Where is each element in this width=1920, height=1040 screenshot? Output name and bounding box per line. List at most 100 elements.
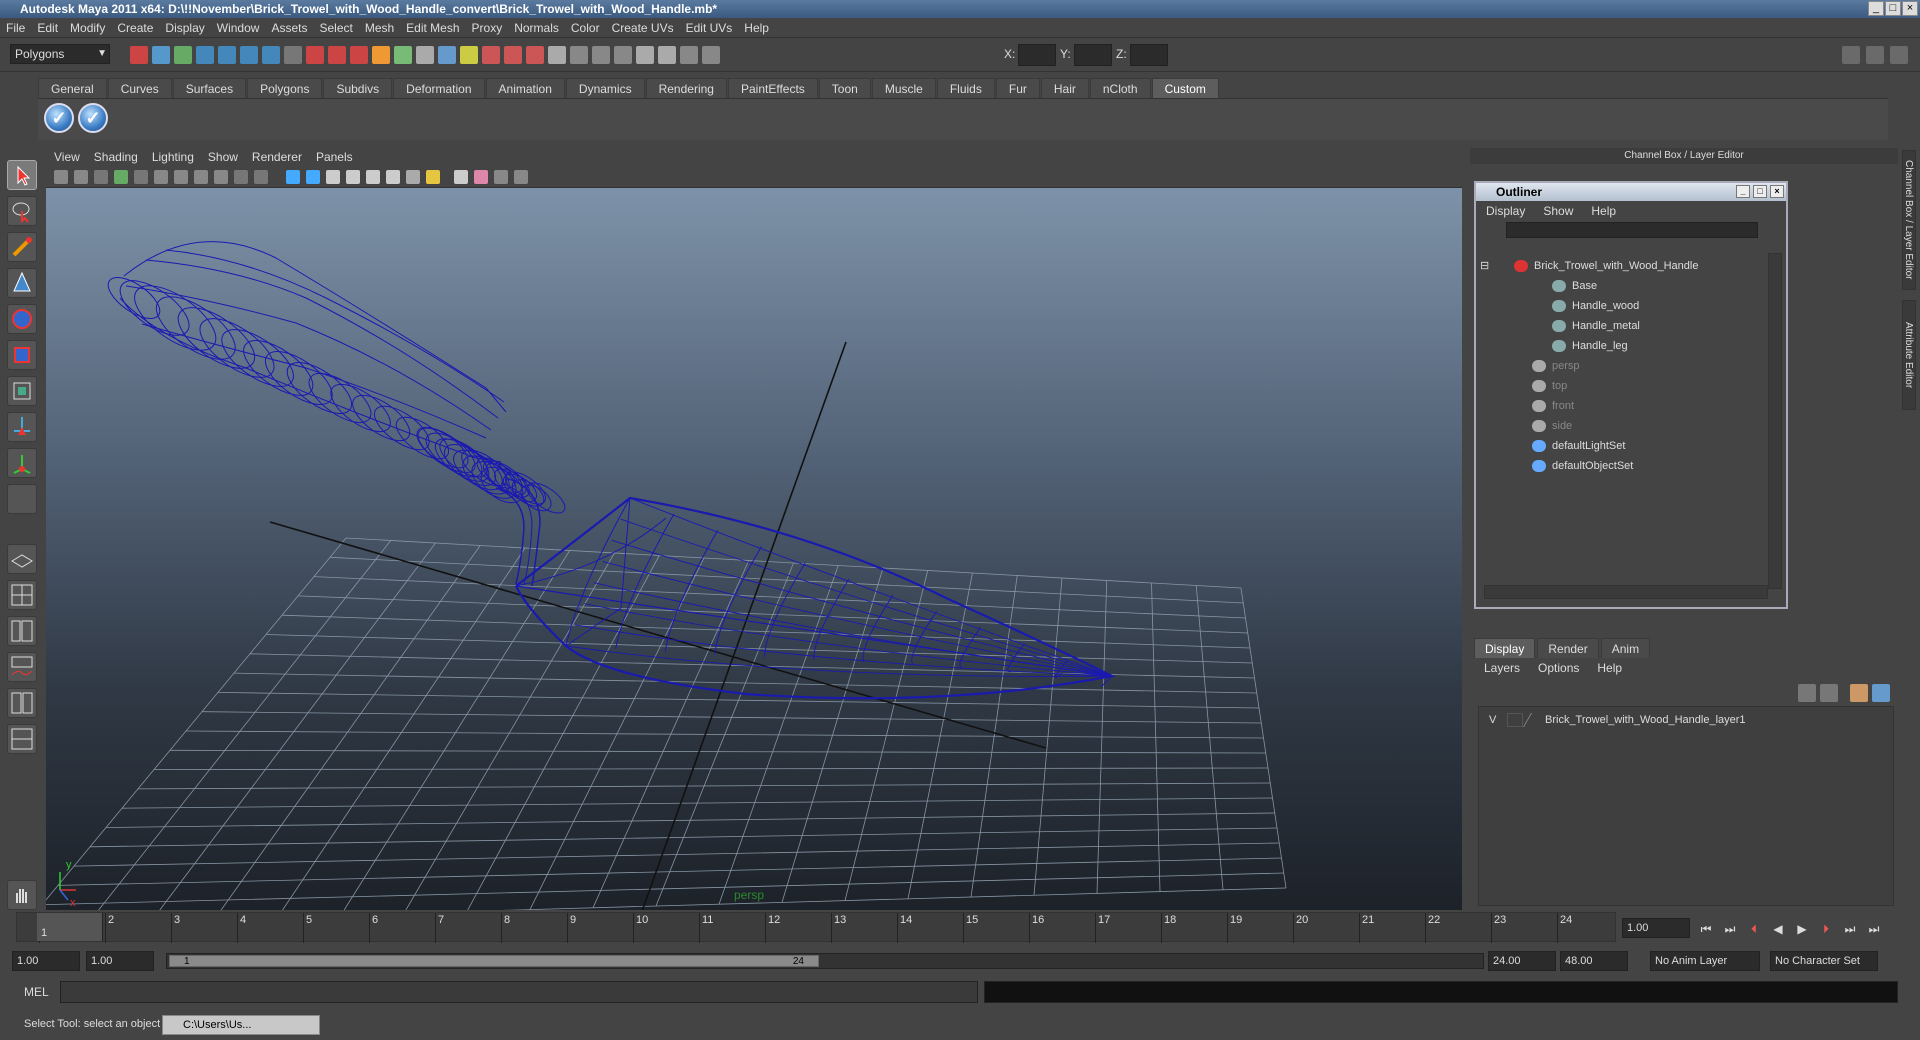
outliner-filter-input[interactable] xyxy=(1506,222,1758,238)
construction-history-icon[interactable] xyxy=(416,46,434,64)
camera-icon[interactable] xyxy=(482,46,500,64)
expand-toggle-icon[interactable]: ⊟ xyxy=(1480,257,1489,275)
channel-box-side-tab[interactable]: Channel Box / Layer Editor xyxy=(1902,150,1916,290)
shelf-tab-polygons[interactable]: Polygons xyxy=(247,78,323,98)
select-component-icon[interactable] xyxy=(174,46,192,64)
smooth-shade-icon[interactable] xyxy=(306,170,320,184)
perspective-viewport[interactable]: y x persp xyxy=(46,188,1462,910)
script-icon[interactable] xyxy=(658,46,676,64)
shelf-tab-painteffects[interactable]: PaintEffects xyxy=(727,78,818,98)
universal-manipulator-icon[interactable] xyxy=(7,376,37,406)
shelf-tab-surfaces[interactable]: Surfaces xyxy=(172,78,247,98)
field-chart-icon[interactable] xyxy=(214,170,228,184)
snap-plane-icon[interactable] xyxy=(262,46,280,64)
layer-tab-display[interactable]: Display xyxy=(1474,638,1536,658)
viewport-menu-show[interactable]: Show xyxy=(208,150,238,164)
shelf-tab-toon[interactable]: Toon xyxy=(818,78,871,98)
outliner-maximize-button[interactable]: □ xyxy=(1753,185,1767,198)
menu-mesh[interactable]: Mesh xyxy=(365,21,394,35)
viewport-menu-view[interactable]: View xyxy=(54,150,80,164)
layer-visibility-toggle[interactable]: V xyxy=(1489,711,1496,729)
outliner-item-handle-metal[interactable]: Handle_metal xyxy=(1552,317,1640,335)
shelf-tab-fur[interactable]: Fur xyxy=(995,78,1040,98)
outliner-menu-show[interactable]: Show xyxy=(1543,204,1573,218)
shelf-tab-rendering[interactable]: Rendering xyxy=(645,78,727,98)
outliner-item-brick-trowel-with-wood-handle[interactable]: ⊟ Brick_Trowel_with_Wood_Handle xyxy=(1480,257,1698,275)
taskbar-button[interactable]: C:\Users\Us... xyxy=(162,1015,320,1035)
menu-create[interactable]: Create xyxy=(117,21,153,35)
outliner-item-side[interactable]: side xyxy=(1532,417,1572,435)
layer-menu-options[interactable]: Options xyxy=(1538,661,1579,675)
menu-proxy[interactable]: Proxy xyxy=(472,21,503,35)
layer-menu-layers[interactable]: Layers xyxy=(1484,661,1520,675)
new-layer-selected-icon[interactable] xyxy=(1820,684,1838,702)
grid-toggle-icon[interactable] xyxy=(134,170,148,184)
render-settings-icon[interactable] xyxy=(350,46,368,64)
outliner-item-base[interactable]: Base xyxy=(1552,277,1597,295)
snap-point-icon[interactable] xyxy=(240,46,258,64)
persp-graph-hypergraph-layout-icon[interactable] xyxy=(7,724,37,754)
outliner-menu-help[interactable]: Help xyxy=(1591,204,1616,218)
shelf-tab-muscle[interactable]: Muscle xyxy=(871,78,936,98)
paint-select-tool-icon[interactable] xyxy=(7,232,37,262)
hand-tool-icon[interactable] xyxy=(7,880,37,910)
rotate-tool-icon[interactable] xyxy=(7,304,37,334)
outliner-item-defaultobjectset[interactable]: defaultObjectSet xyxy=(1532,457,1633,475)
outliner-menu-display[interactable]: Display xyxy=(1486,204,1525,218)
outliner-vertical-scrollbar[interactable] xyxy=(1768,253,1782,589)
move-tool-icon[interactable] xyxy=(7,268,37,298)
maximize-button[interactable]: □ xyxy=(1885,1,1901,16)
snap-curve-icon[interactable] xyxy=(218,46,236,64)
checkmark-icon[interactable]: ✓ xyxy=(44,103,74,133)
x-field[interactable] xyxy=(1018,44,1056,66)
menu-normals[interactable]: Normals xyxy=(514,21,559,35)
layer-tab-render[interactable]: Render xyxy=(1537,638,1599,658)
outliner-horizontal-scrollbar[interactable] xyxy=(1484,585,1768,599)
film-gate-icon[interactable] xyxy=(154,170,168,184)
menu-edit[interactable]: Edit xyxy=(37,21,58,35)
texture-sample-icon[interactable] xyxy=(474,170,488,184)
command-language-label[interactable]: MEL xyxy=(24,985,49,999)
move-down-layer-icon[interactable] xyxy=(1872,684,1890,702)
safe-title-icon[interactable] xyxy=(254,170,268,184)
isolate-select-icon[interactable] xyxy=(454,170,468,184)
y-field[interactable] xyxy=(1074,44,1112,66)
shelf-tab-general[interactable]: General xyxy=(38,78,107,98)
xray-icon[interactable] xyxy=(426,170,440,184)
hypershade-layout-icon[interactable] xyxy=(7,688,37,718)
last-tool-icon[interactable] xyxy=(7,484,37,514)
camera-attributes-icon[interactable] xyxy=(74,170,88,184)
playback-start-field[interactable]: 1.00 xyxy=(86,951,154,971)
frame-all-icon[interactable] xyxy=(494,170,508,184)
viewport-menu-lighting[interactable]: Lighting xyxy=(152,150,194,164)
lock-icon[interactable] xyxy=(460,46,478,64)
snap-grid-icon[interactable] xyxy=(196,46,214,64)
checkmark-icon[interactable]: ✓ xyxy=(78,103,108,133)
menu-set-select[interactable]: Polygons ▼ xyxy=(10,44,110,64)
range-slider[interactable]: 1 24 xyxy=(166,953,1484,969)
single-perspective-layout-icon[interactable] xyxy=(7,544,37,574)
output-ops-icon[interactable] xyxy=(394,46,412,64)
z-field[interactable] xyxy=(1130,44,1168,66)
channel-box-toggle-icon[interactable] xyxy=(1842,46,1860,64)
graph-icon[interactable] xyxy=(592,46,610,64)
outliner-item-top[interactable]: top xyxy=(1532,377,1567,395)
menu-color[interactable]: Color xyxy=(571,21,600,35)
attribute-editor-toggle-icon[interactable] xyxy=(1866,46,1884,64)
menu-file[interactable]: File xyxy=(6,21,25,35)
menu-help[interactable]: Help xyxy=(744,21,769,35)
step-back-frame-icon[interactable]: ⏴ xyxy=(1746,922,1762,936)
step-forward-frame-icon[interactable]: ⏵ xyxy=(1818,922,1834,936)
all-lights-icon[interactable] xyxy=(406,170,420,184)
hypershade-icon[interactable] xyxy=(570,46,588,64)
shelf-tab-subdivs[interactable]: Subdivs xyxy=(323,78,393,98)
menu-display[interactable]: Display xyxy=(165,21,204,35)
attribute-editor-side-tab[interactable]: Attribute Editor xyxy=(1902,300,1916,410)
range-slider-handle[interactable]: 1 24 xyxy=(169,955,819,967)
time-slider[interactable]: 1234567891011121314151617181920212223241 xyxy=(16,912,1616,943)
outliner-close-button[interactable]: × xyxy=(1770,185,1784,198)
select-object-icon[interactable] xyxy=(152,46,170,64)
texture-icon[interactable] xyxy=(366,170,380,184)
menu-edit-mesh[interactable]: Edit Mesh xyxy=(406,21,459,35)
shelf-tab-custom[interactable]: Custom xyxy=(1151,78,1219,98)
